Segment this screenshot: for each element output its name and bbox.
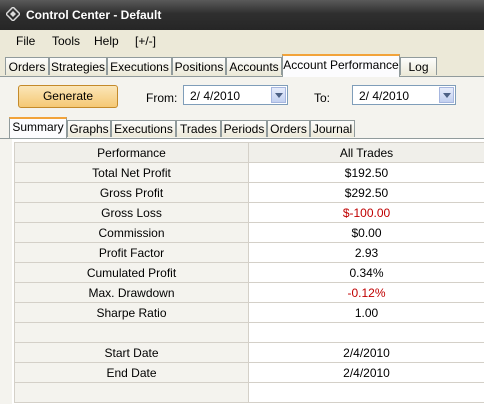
column-header-all-trades[interactable]: All Trades (248, 142, 484, 163)
report-toolbar: Generate From: 2/ 4/2010 To: 2/ 4/2010 (0, 77, 484, 117)
metric-label: Sharpe Ratio (14, 302, 249, 323)
to-label: To: (314, 91, 331, 105)
from-date-value: 2/ 4/2010 (190, 89, 241, 103)
metric-value: 2/4/2010 (248, 342, 484, 363)
metric-label (14, 322, 249, 343)
table-row[interactable]: Gross Profit $292.50 (14, 182, 484, 203)
table-row[interactable]: Commission $0.00 (14, 222, 484, 243)
column-header-performance[interactable]: Performance (14, 142, 249, 163)
metric-label: Profit Factor (14, 242, 249, 263)
metric-value: $292.50 (248, 182, 484, 203)
metric-value: $192.50 (248, 162, 484, 183)
tab-report-executions[interactable]: Executions (111, 120, 176, 137)
metric-value: $0.00 (248, 222, 484, 243)
tab-log[interactable]: Log (400, 57, 437, 75)
metric-label: Gross Loss (14, 202, 249, 223)
metric-label: Gross Profit (14, 182, 249, 203)
metric-value: -0.12% (248, 282, 484, 303)
menu-bar: File Tools Help [+/-] (0, 30, 484, 52)
metric-label (14, 382, 249, 403)
metric-value: $-100.00 (248, 202, 484, 223)
performance-summary-table: Performance All Trades Total Net Profit $… (14, 142, 484, 403)
metric-value (248, 382, 484, 403)
table-row[interactable]: Total Net Profit $192.50 (14, 162, 484, 183)
table-row[interactable]: Start Date 2/4/2010 (14, 342, 484, 363)
tab-summary[interactable]: Summary (9, 117, 67, 138)
tab-strategies[interactable]: Strategies (49, 57, 107, 75)
diamond-app-icon (6, 7, 20, 21)
metric-value: 1.00 (248, 302, 484, 323)
metric-label: Total Net Profit (14, 162, 249, 183)
tab-trades[interactable]: Trades (176, 120, 221, 137)
table-row[interactable]: Sharpe Ratio 1.00 (14, 302, 484, 323)
table-row[interactable]: End Date 2/4/2010 (14, 362, 484, 383)
metric-label: End Date (14, 362, 249, 383)
report-tab-strip: Summary Graphs Executions Trades Periods… (0, 117, 484, 139)
to-date-value: 2/ 4/2010 (359, 89, 410, 103)
table-row[interactable]: Cumulated Profit 0.34% (14, 262, 484, 283)
tab-graphs[interactable]: Graphs (67, 120, 111, 137)
metric-label: Start Date (14, 342, 249, 363)
chevron-down-icon (443, 93, 451, 98)
summary-grid-container: Performance All Trades Total Net Profit $… (0, 139, 484, 404)
metric-label: Max. Drawdown (14, 282, 249, 303)
table-row[interactable]: Gross Loss $-100.00 (14, 202, 484, 223)
from-date-picker[interactable]: 2/ 4/2010 (183, 85, 288, 105)
to-date-picker[interactable]: 2/ 4/2010 (352, 85, 456, 105)
tab-periods[interactable]: Periods (221, 120, 267, 137)
metric-label: Commission (14, 222, 249, 243)
tab-report-orders[interactable]: Orders (267, 120, 310, 137)
tab-journal[interactable]: Journal (310, 120, 355, 137)
table-header-row: Performance All Trades (14, 142, 484, 163)
menu-file[interactable]: File (16, 34, 35, 48)
menu-tools[interactable]: Tools (52, 34, 80, 48)
table-body: Total Net Profit $192.50 Gross Profit $292.… (14, 162, 484, 403)
from-date-dropdown-button[interactable] (271, 87, 286, 103)
table-row[interactable] (14, 322, 484, 343)
tab-account-performance[interactable]: Account Performance (282, 54, 400, 77)
menu-toggle-collapse[interactable]: [+/-] (135, 34, 156, 48)
menu-help[interactable]: Help (94, 34, 119, 48)
metric-label: Cumulated Profit (14, 262, 249, 283)
window-title: Control Center - Default (26, 8, 162, 22)
tab-orders[interactable]: Orders (5, 57, 49, 75)
metric-value: 0.34% (248, 262, 484, 283)
tab-executions[interactable]: Executions (107, 57, 172, 75)
metric-value: 2.93 (248, 242, 484, 263)
to-date-dropdown-button[interactable] (439, 87, 454, 103)
tab-positions[interactable]: Positions (172, 57, 226, 75)
title-bar: Control Center - Default (0, 0, 484, 30)
metric-value (248, 322, 484, 343)
chevron-down-icon (275, 93, 283, 98)
main-tab-strip: Orders Strategies Executions Positions A… (0, 54, 484, 77)
generate-button[interactable]: Generate (18, 85, 118, 108)
table-row[interactable] (14, 382, 484, 403)
tab-accounts[interactable]: Accounts (226, 57, 282, 75)
table-row[interactable]: Max. Drawdown -0.12% (14, 282, 484, 303)
table-row[interactable]: Profit Factor 2.93 (14, 242, 484, 263)
metric-value: 2/4/2010 (248, 362, 484, 383)
from-label: From: (146, 91, 178, 105)
